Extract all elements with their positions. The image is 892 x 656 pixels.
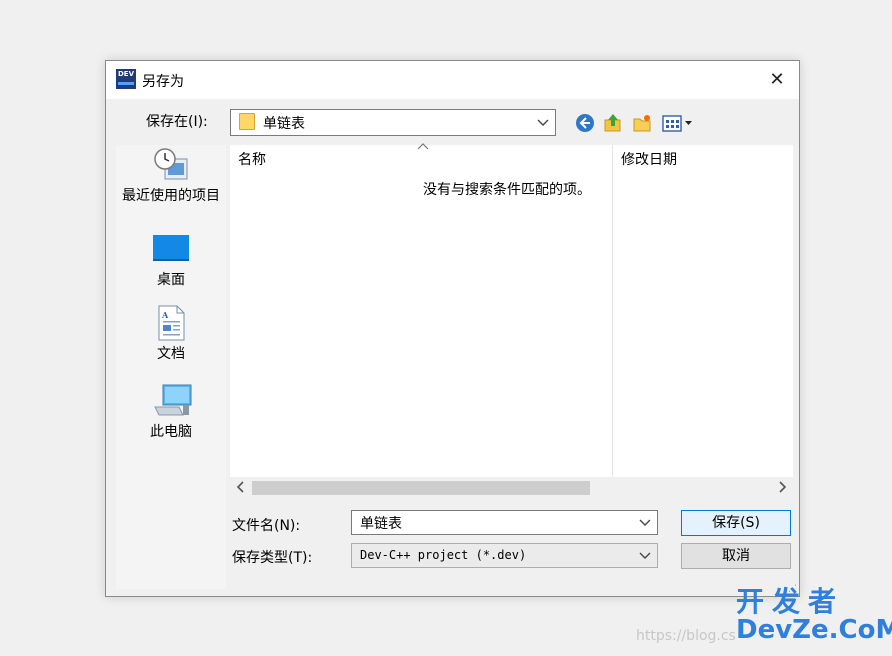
watermark-line2: DevZe.CoM xyxy=(736,615,892,645)
filename-label: 文件名(N): xyxy=(232,518,301,534)
back-icon[interactable] xyxy=(575,113,595,133)
location-combo[interactable]: 单链表 xyxy=(230,109,556,136)
app-icon-text: DEV xyxy=(117,70,134,78)
filetype-value: Dev-C++ project (*.dev) xyxy=(360,548,527,562)
svg-text:A: A xyxy=(161,310,169,320)
close-icon[interactable]: ✕ xyxy=(755,61,799,99)
sidebar-item-documents[interactable]: A 文档 xyxy=(116,305,226,363)
save-in-label: 保存在(I): xyxy=(146,114,208,130)
chevron-down-icon[interactable] xyxy=(639,512,651,535)
cancel-button[interactable]: 取消 xyxy=(681,543,791,569)
sort-ascending-icon xyxy=(417,139,429,158)
horizontal-scrollbar[interactable] xyxy=(230,477,793,499)
sidebar-item-label: 文档 xyxy=(157,346,185,362)
empty-list-message: 没有与搜索条件匹配的项。 xyxy=(423,182,591,198)
save-button[interactable]: 保存(S) xyxy=(681,510,791,536)
documents-icon: A xyxy=(153,305,189,341)
save-as-dialog: DEV 另存为 ✕ 保存在(I): 单链表 最近使用的项目 桌面 A 文档 此电… xyxy=(105,60,800,597)
sidebar-item-desktop[interactable]: 桌面 xyxy=(116,231,226,289)
column-divider[interactable] xyxy=(612,145,613,477)
chevron-down-icon[interactable] xyxy=(537,112,549,135)
watermark-line1: 开发者 xyxy=(736,585,845,618)
sidebar-item-label: 最近使用的项目 xyxy=(122,188,220,204)
watermark-url: https://blog.cs xyxy=(636,628,736,644)
sidebar-item-recent[interactable]: 最近使用的项目 xyxy=(116,147,226,205)
window-title: 另存为 xyxy=(142,74,184,90)
up-folder-icon[interactable] xyxy=(603,112,623,132)
sidebar-item-label: 此电脑 xyxy=(150,424,192,440)
column-header-name[interactable]: 名称 xyxy=(238,149,266,169)
places-sidebar: 最近使用的项目 桌面 A 文档 此电脑 xyxy=(116,145,226,589)
chevron-down-icon[interactable] xyxy=(639,545,651,568)
desktop-icon xyxy=(153,231,189,263)
dev-cpp-app-icon: DEV xyxy=(116,69,136,89)
scroll-left-icon[interactable] xyxy=(236,479,246,499)
filetype-label: 保存类型(T): xyxy=(232,550,313,566)
folder-icon xyxy=(239,113,255,130)
scrollbar-thumb[interactable] xyxy=(252,481,590,495)
sidebar-item-label: 桌面 xyxy=(157,272,185,288)
this-pc-icon xyxy=(153,383,192,416)
location-value: 单链表 xyxy=(263,116,305,132)
view-menu-icon[interactable] xyxy=(662,113,696,133)
filetype-select[interactable]: Dev-C++ project (*.dev) xyxy=(351,543,658,568)
filename-value: 单链表 xyxy=(360,516,402,532)
new-folder-icon[interactable] xyxy=(632,113,652,133)
watermark: 开发者 DevZe.CoM xyxy=(736,585,892,645)
scroll-right-icon[interactable] xyxy=(777,479,787,499)
filename-input[interactable]: 单链表 xyxy=(351,510,658,535)
column-header-modified-date[interactable]: 修改日期 xyxy=(621,149,677,169)
sidebar-item-this-pc[interactable]: 此电脑 xyxy=(116,383,226,441)
file-list[interactable]: 名称 修改日期 没有与搜索条件匹配的项。 xyxy=(230,143,793,499)
title-bar: DEV 另存为 ✕ xyxy=(106,61,799,99)
recent-items-icon xyxy=(153,147,189,180)
